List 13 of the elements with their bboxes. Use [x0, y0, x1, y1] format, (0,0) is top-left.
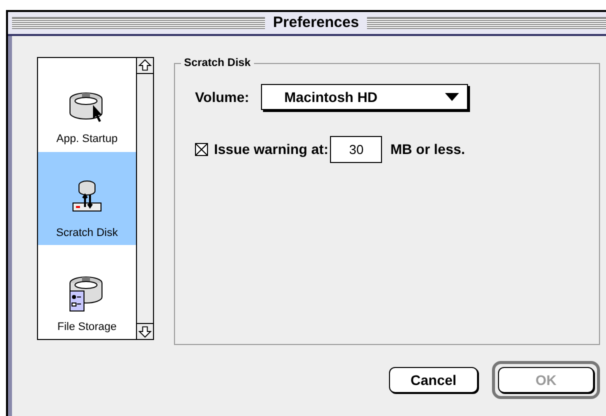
volume-label: Volume:	[195, 88, 250, 106]
dropdown-arrow-icon	[445, 93, 460, 101]
warning-label: Issue warning at:	[214, 140, 328, 159]
size-unit-label: MB or less.	[390, 140, 466, 159]
scrollbar[interactable]	[136, 58, 153, 339]
warning-size-field[interactable]: 30	[330, 136, 382, 163]
volume-dropdown[interactable]: Macintosh HD	[261, 84, 468, 110]
scroll-down-icon[interactable]	[137, 323, 153, 339]
category-item[interactable]: Scratch Disk	[38, 152, 136, 246]
dialog-button[interactable]: Cancel	[389, 367, 478, 393]
warning-checkbox[interactable]	[195, 143, 208, 156]
scroll-up-icon[interactable]	[137, 58, 153, 74]
window-title: Preferences	[273, 12, 359, 33]
